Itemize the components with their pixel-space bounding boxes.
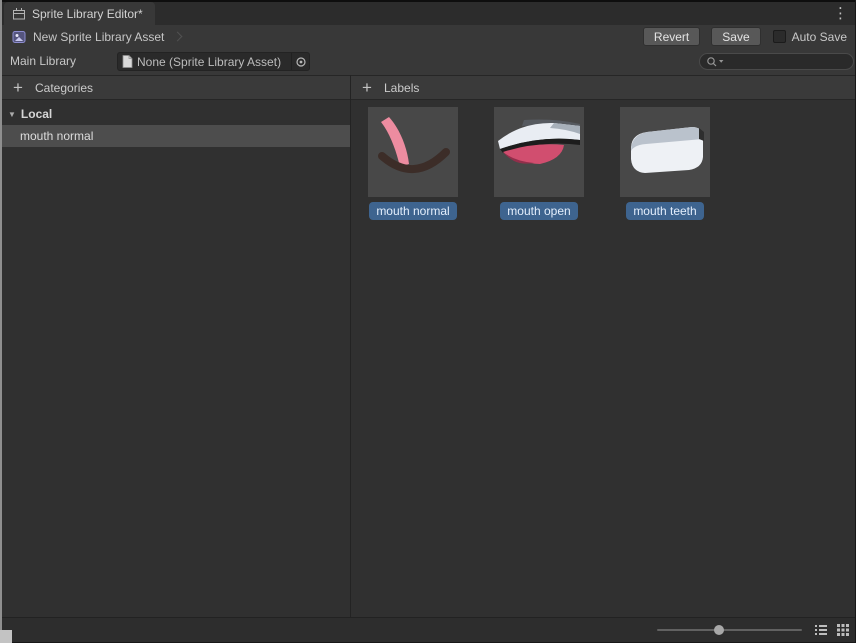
window-edge-left [0,0,2,643]
tab-bar: Sprite Library Editor* ⋮ [2,2,855,25]
sprite-library-editor-window: Sprite Library Editor* ⋮ New Sprite Libr… [0,0,856,643]
add-label-button[interactable]: + [359,80,375,96]
object-picker-button[interactable] [291,53,309,70]
tab-title: Sprite Library Editor* [32,7,143,21]
sprite-label-badge[interactable]: mouth normal [369,202,456,220]
add-category-button[interactable]: + [10,80,26,96]
list-view-icon[interactable] [814,623,828,637]
window-menu-button[interactable]: ⋮ [833,5,848,23]
sprite-label-badge[interactable]: mouth open [500,202,577,220]
thumbnail-size-slider[interactable] [657,618,802,642]
search-field[interactable] [699,53,854,70]
local-foldout[interactable]: ▼ Local [2,103,350,125]
object-picker-icon [295,56,307,68]
categories-panel: + Categories ▼ Local mouth normal [2,75,351,617]
breadcrumb-chevron-icon [173,32,183,42]
sprite-label-badge[interactable]: mouth teeth [626,202,703,220]
sprite-library-editor-tab-icon [12,7,26,21]
sprite-label-item-mouth-normal[interactable]: mouth normal [368,107,458,220]
sprite-image-mouth-teeth [620,107,710,197]
categories-header: Categories [35,81,93,95]
main-library-row: Main Library None (Sprite Library Asset) [2,48,855,75]
object-field-value: None (Sprite Library Asset) [137,55,281,69]
labels-header-bar: + Labels [351,75,855,100]
sprite-thumbnail-mouth-teeth[interactable] [620,107,710,197]
asset-file-icon [122,55,133,68]
labels-grid: mouth normal [351,100,855,617]
local-group-label: Local [21,107,52,121]
content-area: + Categories ▼ Local mouth normal + Labe… [2,75,855,617]
main-library-object-field[interactable]: None (Sprite Library Asset) [117,52,310,71]
main-library-label: Main Library [10,54,76,68]
slider-knob[interactable] [714,625,724,635]
category-item-mouth-normal[interactable]: mouth normal [2,125,350,147]
sprite-library-asset-icon [11,29,27,45]
search-icon [704,55,726,69]
slider-track[interactable] [657,629,802,631]
window-edge-top [0,0,856,2]
sprite-thumbnail-mouth-open[interactable] [494,107,584,197]
toolbar-right-group: Revert Save Auto Save [632,27,855,46]
sprite-image-mouth-normal [368,107,458,197]
save-button[interactable]: Save [711,27,760,46]
categories-header-bar: + Categories [2,75,350,100]
auto-save-checkbox[interactable] [773,30,786,43]
sprite-label-item-mouth-teeth[interactable]: mouth teeth [620,107,710,220]
window-resize-corner[interactable] [0,630,12,643]
tab-sprite-library-editor[interactable]: Sprite Library Editor* [4,2,155,25]
breadcrumb[interactable]: New Sprite Library Asset [33,30,164,44]
labels-header: Labels [384,81,419,95]
category-item-label: mouth normal [20,129,93,143]
sprite-image-mouth-open [494,107,584,197]
sprite-thumbnail-mouth-normal[interactable] [368,107,458,197]
sprite-label-item-mouth-open[interactable]: mouth open [494,107,584,220]
grid-view-icon[interactable] [836,623,850,637]
toolbar: New Sprite Library Asset Revert Save Aut… [2,25,855,48]
revert-button[interactable]: Revert [643,27,700,46]
foldout-arrow-icon: ▼ [8,110,16,119]
footer-bar [2,617,855,642]
labels-panel: + Labels mouth normal [351,75,855,617]
categories-list: ▼ Local mouth normal [2,100,350,617]
auto-save-label: Auto Save [792,30,847,44]
